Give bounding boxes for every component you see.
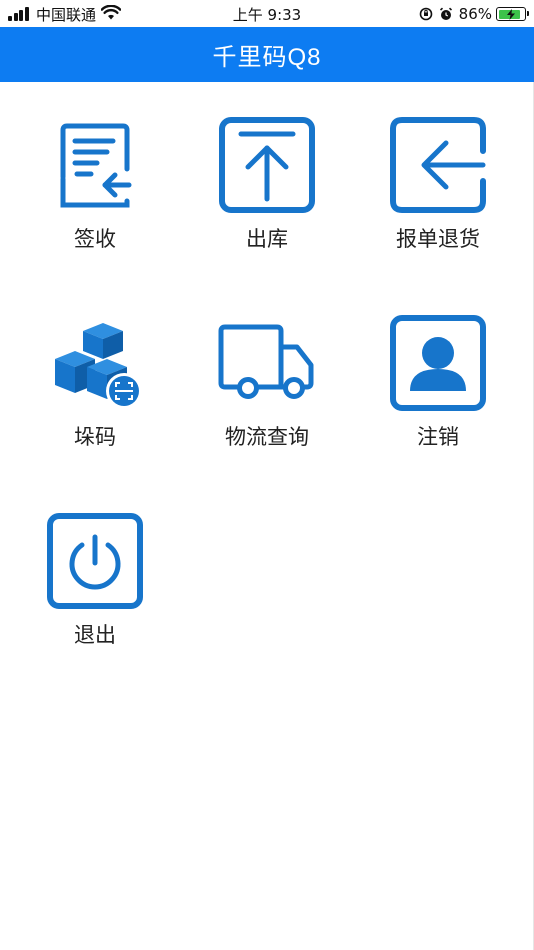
menu-item-label: 签收	[74, 227, 116, 251]
menu-item-label: 出库	[246, 227, 288, 251]
power-icon	[45, 511, 145, 611]
app-header: 千里码Q8	[0, 27, 534, 82]
page-title: 千里码Q8	[212, 44, 322, 71]
menu-item-logout[interactable]: 注销	[349, 313, 527, 473]
menu-item-logistics-query[interactable]: 物流查询	[178, 313, 356, 473]
menu-item-return[interactable]: 报单退货	[349, 115, 527, 275]
menu-item-label: 垛码	[74, 425, 116, 449]
charging-bolt-icon	[497, 8, 525, 20]
menu-item-outbound[interactable]: 出库	[178, 115, 356, 275]
menu-item-stack-code[interactable]: 垛码	[6, 313, 184, 473]
return-arrow-icon	[388, 115, 488, 215]
upload-arrow-icon	[217, 115, 317, 215]
status-bar-right: 86%	[413, 4, 529, 24]
menu-item-label: 报单退货	[396, 227, 480, 251]
battery-percentage: 86%	[458, 5, 492, 23]
document-receive-icon	[45, 115, 145, 215]
alarm-clock-icon	[439, 7, 453, 21]
box-stack-scan-icon	[45, 313, 145, 413]
user-profile-icon	[388, 313, 488, 413]
delivery-truck-icon	[217, 313, 317, 413]
menu-item-label: 物流查询	[225, 425, 309, 449]
menu-item-label: 注销	[417, 425, 459, 449]
orientation-lock-icon	[419, 7, 433, 21]
menu-item-sign-receive[interactable]: 签收	[6, 115, 184, 275]
battery-icon	[496, 7, 529, 21]
menu-item-label: 退出	[74, 623, 116, 647]
menu-item-exit[interactable]: 退出	[6, 511, 184, 671]
status-bar: 中国联通 上午 9:33 86%	[0, 0, 534, 27]
